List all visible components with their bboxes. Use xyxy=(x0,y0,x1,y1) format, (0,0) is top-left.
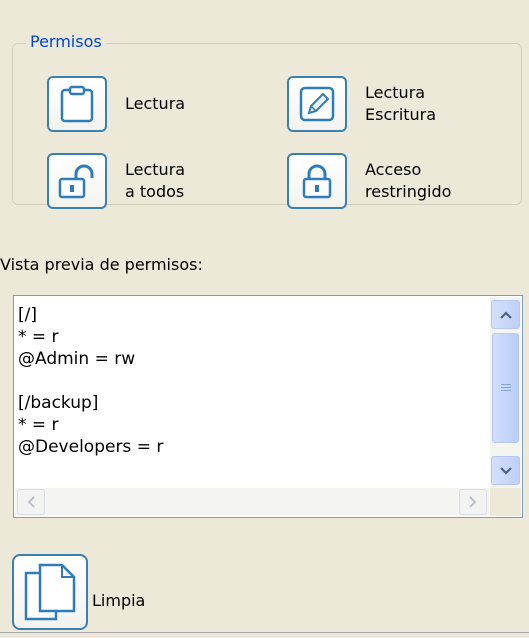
scroll-up-button[interactable] xyxy=(491,300,520,329)
unlocked-padlock-icon xyxy=(58,164,94,199)
documents-icon xyxy=(24,563,76,621)
read-write-button[interactable] xyxy=(287,76,347,132)
vertical-scrollbar[interactable] xyxy=(490,297,521,488)
read-write-permission: Lectura Escritura xyxy=(287,76,436,132)
preview-label: Vista previa de permisos: xyxy=(0,255,203,274)
read-write-label: Lectura Escritura xyxy=(365,83,437,124)
read-button[interactable] xyxy=(47,76,107,132)
clipboard-icon xyxy=(60,85,94,123)
read-permission: Lectura xyxy=(47,76,185,132)
restricted-label: Acceso restringido xyxy=(365,160,452,201)
read-all-label: Lectura a todos xyxy=(125,160,186,201)
scrollbar-corner xyxy=(490,488,521,516)
permissions-preview[interactable]: [/] * = r @Admin = rw [/backup] * = r @D… xyxy=(13,295,523,518)
chevron-down-icon xyxy=(499,466,512,475)
permissions-legend: Permisos xyxy=(26,32,106,51)
clear-label: Limpia xyxy=(92,591,146,610)
read-all-button[interactable] xyxy=(47,153,107,209)
clear-button[interactable] xyxy=(12,554,88,630)
read-label: Lectura xyxy=(125,94,186,113)
chevron-up-icon xyxy=(499,310,512,319)
chevron-left-icon xyxy=(27,496,35,508)
scroll-down-button[interactable] xyxy=(491,456,520,485)
preview-text: [/] * = r @Admin = rw [/backup] * = r @D… xyxy=(18,305,164,457)
restricted-button[interactable] xyxy=(287,153,347,209)
padlock-icon xyxy=(302,164,332,199)
edit-pencil-icon xyxy=(299,86,335,122)
scroll-left-button[interactable] xyxy=(17,489,45,515)
chevron-right-icon xyxy=(469,496,477,508)
read-all-permission: Lectura a todos xyxy=(47,153,185,209)
scroll-right-button[interactable] xyxy=(459,489,487,515)
scroll-thumb[interactable] xyxy=(492,333,519,443)
horizontal-scrollbar[interactable] xyxy=(15,488,489,516)
grip-icon xyxy=(500,383,511,393)
restricted-permission: Acceso restringido xyxy=(287,153,451,209)
divider xyxy=(0,632,529,633)
